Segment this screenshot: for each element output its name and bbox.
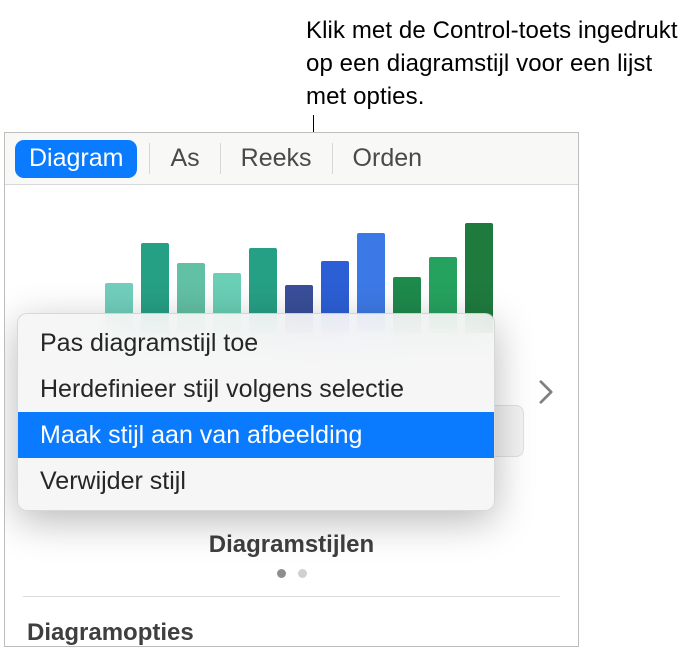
section-title-styles: Diagramstijlen bbox=[5, 531, 578, 559]
chevron-right-icon bbox=[539, 380, 553, 409]
tab-axis-label: As bbox=[170, 144, 199, 173]
menu-create-style-from-image[interactable]: Maak stijl aan van afbeelding bbox=[18, 412, 494, 458]
tab-bar: Diagram As Reeks Orden bbox=[5, 133, 578, 185]
next-styles-button[interactable] bbox=[532, 380, 560, 408]
tab-diagram-label: Diagram bbox=[15, 140, 137, 178]
page-dot[interactable] bbox=[298, 569, 307, 578]
styles-preview-area: Pas diagramstijl toe Herdefinieer stijl … bbox=[5, 185, 578, 527]
tab-diagram[interactable]: Diagram bbox=[5, 133, 149, 184]
tab-series-label: Reeks bbox=[241, 144, 312, 173]
format-panel: Diagram As Reeks Orden Pas diagramstijl … bbox=[4, 132, 579, 647]
menu-apply-style[interactable]: Pas diagramstijl toe bbox=[18, 320, 494, 366]
callout-text: Klik met de Control-toets ingedrukt op e… bbox=[306, 14, 694, 113]
tab-axis[interactable]: As bbox=[150, 133, 219, 184]
tab-arrange-label: Orden bbox=[353, 144, 422, 173]
tab-arrange[interactable]: Orden bbox=[333, 133, 442, 184]
page-dot[interactable] bbox=[277, 569, 286, 578]
style-context-menu: Pas diagramstijl toe Herdefinieer stijl … bbox=[17, 313, 495, 511]
menu-delete-style[interactable]: Verwijder stijl bbox=[18, 458, 494, 504]
page-dots bbox=[5, 569, 578, 578]
section-title-options: Diagramopties bbox=[5, 597, 578, 647]
tab-series[interactable]: Reeks bbox=[221, 133, 332, 184]
menu-redefine-style[interactable]: Herdefinieer stijl volgens selectie bbox=[18, 366, 494, 412]
